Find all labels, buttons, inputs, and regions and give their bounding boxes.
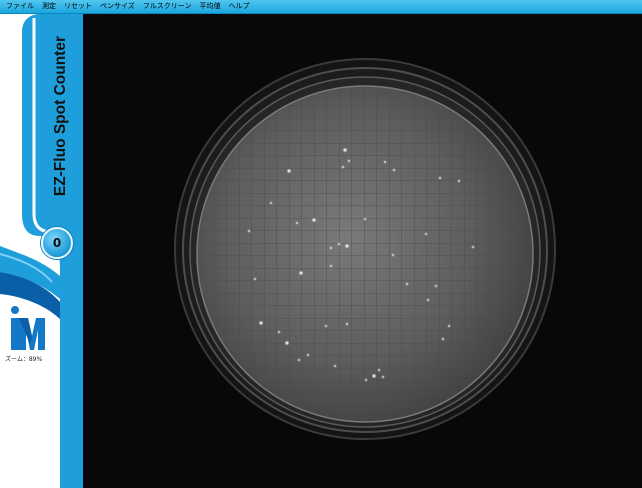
fluorescent-spot: [287, 169, 291, 173]
fluorescent-spot: [434, 284, 438, 288]
fluorescent-spot: [253, 277, 257, 281]
fluorescent-spot: [372, 374, 376, 378]
menu-average[interactable]: 平均値: [195, 0, 224, 13]
fluorescent-spot: [424, 232, 428, 236]
merck-m-logo-icon: [11, 306, 45, 350]
fluorescent-spot: [391, 253, 395, 257]
fluorescent-spot: [383, 160, 387, 164]
fluorescent-spot: [295, 221, 299, 225]
sidebar-panel: EZ-Fluo Spot Counter 0 ズーム：89%: [0, 14, 83, 488]
fluorescent-spot: [269, 201, 273, 205]
menu-measure[interactable]: 測定: [38, 0, 60, 13]
fluorescent-spot: [471, 245, 475, 249]
fluorescent-spot: [392, 168, 396, 172]
fluorescent-spot: [329, 264, 333, 268]
menu-reset[interactable]: リセット: [60, 0, 96, 13]
fluorescent-spot: [364, 378, 368, 382]
fluorescent-spot: [297, 358, 301, 362]
fluorescent-spot: [441, 337, 445, 341]
spot-count-badge: 0: [41, 227, 73, 259]
fluorescent-spot: [299, 271, 303, 275]
fluorescent-spot: [405, 282, 409, 286]
fluorescent-spot: [438, 176, 442, 180]
petri-dish-image: [174, 58, 556, 440]
fluorescent-spot: [324, 324, 328, 328]
app-title: EZ-Fluo Spot Counter: [52, 36, 69, 197]
menu-pen-size[interactable]: ペンサイズ: [96, 0, 139, 13]
menu-bar: ファイル 測定 リセット ペンサイズ フルスクリーン 平均値 ヘルプ: [0, 0, 642, 14]
fluorescent-spot: [381, 375, 385, 379]
fluorescent-spot: [341, 165, 345, 169]
fluorescent-spot: [363, 217, 367, 221]
fluorescent-spot: [277, 330, 281, 334]
fluorescent-spot: [312, 218, 316, 222]
fluorescent-spot: [345, 322, 349, 326]
fluorescent-spot: [333, 364, 337, 368]
fluorescent-spot: [347, 159, 351, 163]
fluorescent-spot: [329, 246, 333, 250]
fluorescent-spot: [345, 244, 349, 248]
fluorescent-spot: [447, 324, 451, 328]
image-viewer[interactable]: [83, 14, 642, 488]
fluorescent-spot: [377, 368, 381, 372]
fluorescent-spot: [457, 179, 461, 183]
menu-help[interactable]: ヘルプ: [224, 0, 253, 13]
zoom-readout: ズーム：89%: [5, 356, 43, 363]
fluorescent-spot: [426, 298, 430, 302]
menu-fullscreen[interactable]: フルスクリーン: [139, 0, 196, 13]
fluorescent-spot: [306, 353, 310, 357]
fluorescent-spot: [247, 229, 251, 233]
fluorescent-spot: [343, 148, 347, 152]
fluorescent-spot: [285, 341, 289, 345]
fluorescent-spot: [259, 321, 263, 325]
menu-file[interactable]: ファイル: [0, 0, 38, 13]
fluorescent-spot: [337, 242, 341, 246]
